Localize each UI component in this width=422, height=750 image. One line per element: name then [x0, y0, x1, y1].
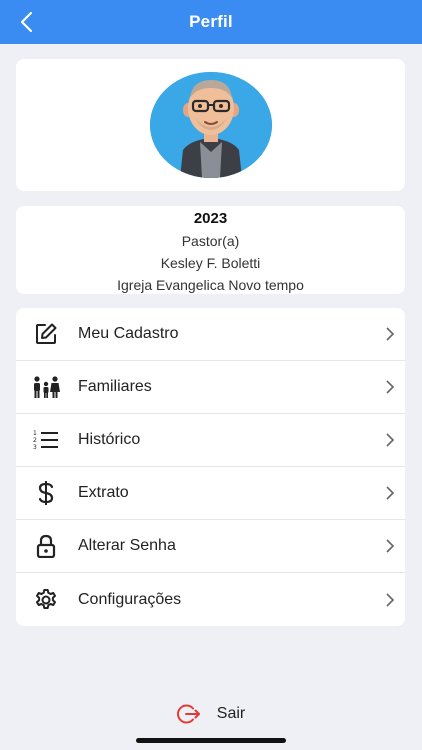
logout-label: Sair	[216, 705, 246, 722]
menu-item-configuracoes[interactable]: Configurações	[16, 573, 405, 626]
avatar-image	[149, 72, 272, 178]
menu-item-alterar-senha[interactable]: Alterar Senha	[16, 520, 405, 573]
menu-item-label: Histórico	[78, 431, 141, 448]
menu-item-meu-cadastro[interactable]: Meu Cadastro	[16, 308, 405, 361]
chevron-right-icon	[386, 539, 395, 553]
logout-icon	[176, 704, 200, 724]
profile-year: 2023	[193, 210, 228, 227]
profile-menu: Meu Cadastro Familiares 1 2 3 Histórico …	[16, 308, 405, 626]
profile-role: Pastor(a)	[181, 233, 240, 249]
avatar[interactable]	[149, 72, 272, 178]
home-indicator	[136, 738, 286, 743]
chevron-right-icon	[386, 380, 395, 394]
edit-icon	[36, 323, 57, 344]
numbered-list-icon: 1 2 3	[33, 430, 58, 451]
app-header: Perfil	[0, 0, 422, 44]
svg-text:2: 2	[33, 437, 37, 444]
menu-item-familiares[interactable]: Familiares	[16, 361, 405, 414]
svg-text:3: 3	[33, 444, 37, 451]
avatar-card	[16, 59, 405, 191]
dollar-icon	[38, 481, 54, 505]
svg-text:1: 1	[33, 430, 37, 437]
menu-item-label: Meu Cadastro	[78, 325, 179, 342]
family-icon	[34, 376, 60, 398]
menu-item-extrato[interactable]: Extrato	[16, 467, 405, 520]
menu-item-label: Alterar Senha	[78, 537, 176, 554]
chevron-right-icon	[386, 486, 395, 500]
profile-church: Igreja Evangelica Novo tempo	[117, 277, 304, 293]
menu-item-label: Extrato	[78, 484, 129, 501]
lock-icon	[36, 534, 56, 558]
chevron-left-icon	[20, 11, 33, 33]
profile-name: Kesley F. Boletti	[160, 255, 261, 271]
menu-item-label: Familiares	[78, 378, 152, 395]
page-title: Perfil	[189, 12, 233, 31]
menu-item-historico[interactable]: 1 2 3 Histórico	[16, 414, 405, 467]
chevron-right-icon	[386, 327, 395, 341]
profile-info-card: 2023 Pastor(a) Kesley F. Boletti Igreja …	[16, 206, 405, 294]
back-button[interactable]	[14, 9, 40, 35]
chevron-right-icon	[386, 433, 395, 447]
chevron-right-icon	[386, 592, 395, 607]
logout-button[interactable]: Sair	[0, 698, 422, 730]
menu-item-label: Configurações	[78, 590, 182, 608]
gear-icon	[36, 588, 56, 609]
